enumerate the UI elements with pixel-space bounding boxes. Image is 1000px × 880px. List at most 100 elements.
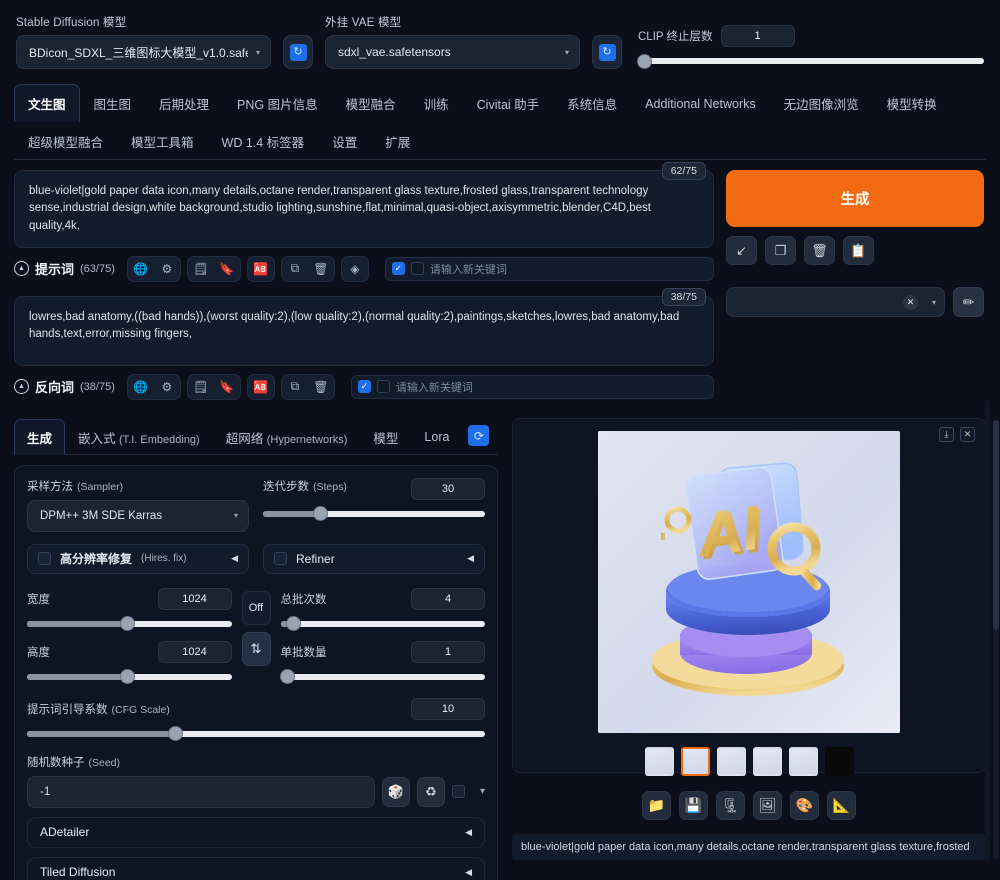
accordion-adetailer[interactable]: ADetailer ◀ xyxy=(27,816,485,848)
bookmark-icon[interactable]: 🔖 xyxy=(214,375,240,399)
trash-icon[interactable]: 🗑 xyxy=(308,375,334,399)
steps-value[interactable]: 30 xyxy=(411,477,485,500)
width-slider[interactable] xyxy=(27,616,232,632)
sd-model-select[interactable]: BDicon_SDXL_三维图标大模型_v1.0.safetensor ▾ xyxy=(16,35,271,69)
thumbnail-item-selected[interactable] xyxy=(680,746,710,776)
tab-additional-networks[interactable]: Additional Networks xyxy=(631,87,769,120)
generated-image[interactable]: AI AI xyxy=(598,430,900,733)
paste-icon[interactable]: 📋 xyxy=(843,236,874,265)
batch-count-value[interactable]: 4 xyxy=(411,587,485,610)
thumbnail-item[interactable] xyxy=(752,746,782,776)
close-icon[interactable]: ✕ xyxy=(960,426,975,442)
swap-dimensions-button[interactable]: ⇅ xyxy=(241,631,271,666)
vae-model-select[interactable]: sdxl_vae.safetensors ▾ xyxy=(325,35,580,69)
trash-icon[interactable]: 🗑 xyxy=(804,236,835,265)
arrow-down-left-icon[interactable]: ↙ xyxy=(726,236,757,265)
clip-skip-value[interactable]: 1 xyxy=(720,25,795,47)
negative-keyword-checkbox[interactable]: ✓ xyxy=(357,380,371,394)
positive-keyword-checkbox-2[interactable] xyxy=(410,262,424,276)
tab-img2img[interactable]: 图生图 xyxy=(80,84,146,122)
tab-checkpoint-merger[interactable]: 模型融合 xyxy=(332,84,410,122)
download-icon[interactable]: ⤓ xyxy=(939,426,954,442)
thumbnail-item[interactable] xyxy=(824,746,854,776)
steps-slider[interactable] xyxy=(263,506,485,522)
subtab-hypernetworks[interactable]: 超网络 (Hypernetworks) xyxy=(213,419,361,455)
list-add-icon[interactable]: 🗒 xyxy=(188,375,214,399)
negative-new-keyword-field[interactable]: ✓ 请输入新关键词 xyxy=(350,374,714,399)
thumbnail-item[interactable] xyxy=(788,746,818,776)
batch-size-slider[interactable] xyxy=(280,669,485,685)
save-icon[interactable]: 💾 xyxy=(679,790,708,820)
accordion-tiled-diffusion[interactable]: Tiled Diffusion ◀ xyxy=(27,856,485,880)
tab-settings[interactable]: 设置 xyxy=(318,122,371,160)
height-value[interactable]: 1024 xyxy=(157,640,232,663)
seed-input[interactable]: -1 xyxy=(27,775,375,808)
refresh-networks-icon[interactable]: ⟳ xyxy=(468,425,490,447)
clipboard-icon[interactable]: ❐ xyxy=(765,236,796,265)
hires-fix-accordion[interactable]: 高分辨率修复 (Hires. fix) ◀ xyxy=(27,543,249,574)
tab-wd14-tagger[interactable]: WD 1.4 标签器 xyxy=(208,122,319,160)
hires-fix-checkbox[interactable] xyxy=(38,552,51,566)
copy-icon[interactable]: ⧉ xyxy=(282,257,308,281)
height-slider[interactable] xyxy=(27,669,232,685)
panel-scrollbar[interactable] xyxy=(985,400,990,860)
aspect-ratio-lock-button[interactable]: Off xyxy=(241,590,271,625)
bookmark-icon[interactable]: 🔖 xyxy=(214,257,240,281)
layers-icon[interactable]: ◈ xyxy=(342,257,368,281)
negative-keyword-checkbox-2[interactable] xyxy=(376,380,390,394)
trash-icon[interactable]: 🗑 xyxy=(308,257,334,281)
tab-png-info[interactable]: PNG 图片信息 xyxy=(223,84,332,122)
folder-icon[interactable]: 📁 xyxy=(642,790,671,820)
cfg-slider[interactable] xyxy=(27,726,485,742)
thumbnail-item[interactable] xyxy=(716,746,746,776)
extra-seed-checkbox[interactable] xyxy=(451,785,465,799)
random-seed-button[interactable]: 🎲 xyxy=(381,776,410,807)
subtab-generation[interactable]: 生成 xyxy=(14,418,66,455)
generate-button[interactable]: 生成 xyxy=(726,170,984,227)
reuse-seed-button[interactable]: ♻ xyxy=(416,776,445,807)
cfg-value[interactable]: 10 xyxy=(411,697,485,720)
batch-size-value[interactable]: 1 xyxy=(411,640,485,663)
tab-civitai-helper[interactable]: Civitai 助手 xyxy=(463,84,554,122)
refiner-accordion[interactable]: Refiner ◀ xyxy=(263,543,485,574)
clip-skip-slider[interactable] xyxy=(638,53,984,69)
sd-model-refresh-button[interactable]: ↻ xyxy=(283,35,313,69)
translate-icon[interactable]: 🆎 xyxy=(248,257,274,281)
translate-icon[interactable]: 🆎 xyxy=(248,375,274,399)
gear-icon[interactable]: ⚙ xyxy=(154,375,180,399)
main-scrollbar[interactable] xyxy=(993,420,999,860)
globe-icon[interactable]: 🌐 xyxy=(128,375,154,399)
close-icon[interactable]: ✕ xyxy=(902,294,918,310)
negative-prompt-input[interactable]: lowres,bad anatomy,((bad hands)),(worst … xyxy=(14,295,714,366)
subtab-models[interactable]: 模型 xyxy=(360,419,411,455)
vae-model-refresh-button[interactable]: ↻ xyxy=(592,35,622,69)
tab-txt2img[interactable]: 文生图 xyxy=(14,84,80,122)
positive-prompt-header[interactable]: ▲ 提示词 (63/75) xyxy=(14,259,115,278)
tab-system-info[interactable]: 系统信息 xyxy=(553,84,631,122)
tab-train[interactable]: 训练 xyxy=(410,84,463,122)
tab-extras[interactable]: 后期处理 xyxy=(145,84,223,122)
tab-model-converter[interactable]: 模型转换 xyxy=(873,84,951,122)
tab-super-merger[interactable]: 超级模型融合 xyxy=(14,122,117,160)
tab-extensions[interactable]: 扩展 xyxy=(371,122,424,160)
tab-infinite-image-browsing[interactable]: 无边图像浏览 xyxy=(770,84,873,122)
positive-new-keyword-field[interactable]: ✓ 请输入新关键词 xyxy=(384,256,714,281)
scrollbar-thumb[interactable] xyxy=(993,420,999,630)
list-add-icon[interactable]: 🗒 xyxy=(188,257,214,281)
copy-icon[interactable]: ⧉ xyxy=(282,375,308,399)
ruler-icon[interactable]: 📐 xyxy=(827,790,856,820)
tab-model-toolkit[interactable]: 模型工具箱 xyxy=(117,122,208,160)
send-to-img2img-icon[interactable]: 🖼 xyxy=(753,790,782,820)
subtab-embedding[interactable]: 嵌入式 (T.I. Embedding) xyxy=(65,419,213,455)
edit-styles-button[interactable]: ✏ xyxy=(953,287,984,317)
sampler-select[interactable]: DPM++ 3M SDE Karras ▾ xyxy=(27,499,249,532)
positive-keyword-checkbox[interactable]: ✓ xyxy=(391,262,405,276)
thumbnail-item[interactable] xyxy=(644,746,674,776)
refiner-checkbox[interactable] xyxy=(274,552,287,566)
zip-icon[interactable]: 🗜 xyxy=(716,790,745,820)
globe-icon[interactable]: 🌐 xyxy=(128,257,154,281)
negative-prompt-header[interactable]: ▲ 反向词 (38/75) xyxy=(14,377,115,396)
positive-prompt-input[interactable]: blue-violet|gold paper data icon,many de… xyxy=(14,170,714,248)
subtab-lora[interactable]: Lora xyxy=(411,421,462,452)
batch-count-slider[interactable] xyxy=(280,616,485,632)
